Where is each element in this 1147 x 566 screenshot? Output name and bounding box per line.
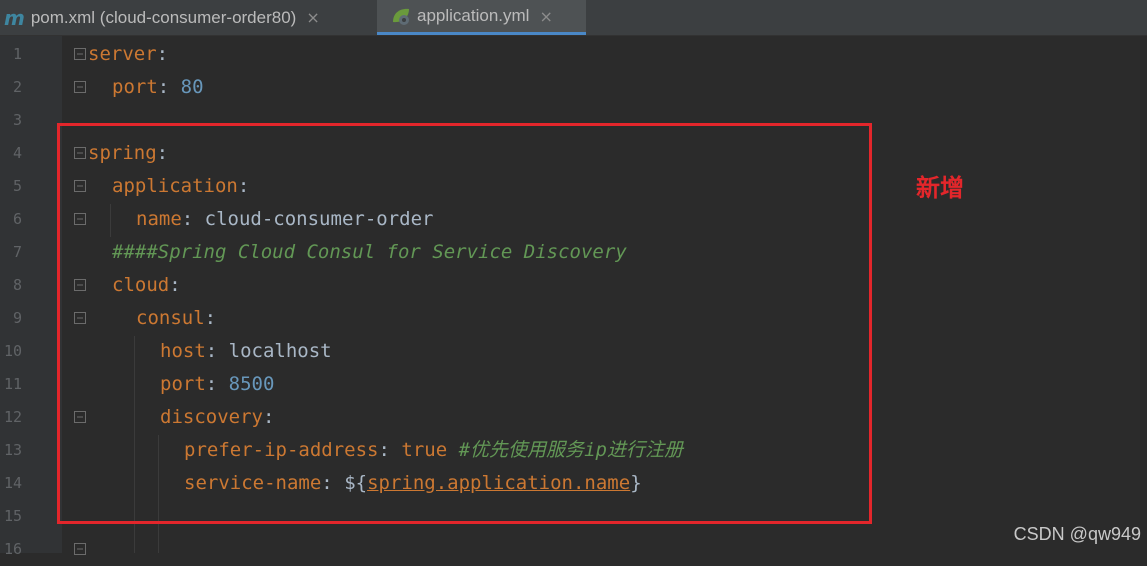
fold-close-icon[interactable] [74, 81, 86, 93]
line-number: 14 [3, 474, 22, 492]
line-number: 5 [12, 177, 22, 195]
line-number: 11 [3, 375, 22, 393]
line-number: 10 [3, 342, 22, 360]
watermark: CSDN @qw949 [1013, 524, 1141, 544]
line-number: 9 [12, 309, 22, 327]
tab-application-yml[interactable]: application.yml × [377, 0, 586, 35]
close-icon[interactable]: × [539, 7, 552, 26]
line-number: 7 [12, 243, 22, 261]
yaml-key: port [112, 76, 158, 98]
line-number: 1 [12, 45, 22, 63]
code-editor[interactable]: 1 2 3 4 5 6 7 8 9 10 11 12 13 14 15 16 s… [0, 36, 1147, 558]
tab-pom-xml[interactable]: m pom.xml (cloud-consumer-order80) × [0, 0, 376, 35]
fold-open-icon[interactable] [74, 48, 86, 60]
line-number: 2 [12, 78, 22, 96]
line-number: 15 [3, 507, 22, 525]
yaml-colon: : [157, 76, 170, 98]
fold-close-icon[interactable] [74, 543, 86, 555]
editor-tab-bar: m pom.xml (cloud-consumer-order80) × app… [0, 0, 1147, 36]
tab-label: pom.xml (cloud-consumer-order80) [30, 7, 297, 27]
yaml-number: 80 [180, 76, 204, 98]
spring-yml-icon [389, 4, 413, 28]
yaml-key: server [88, 43, 157, 65]
code-line-1[interactable]: server: [88, 38, 168, 71]
line-number: 4 [12, 144, 22, 162]
tab-label: application.yml [417, 6, 530, 25]
line-number: 6 [12, 210, 22, 228]
code-line-2[interactable]: port: 80 [112, 71, 204, 104]
close-icon[interactable]: × [306, 8, 319, 27]
annotation-label: 新增 [916, 174, 964, 202]
line-number: 8 [12, 276, 22, 294]
line-number: 12 [3, 408, 22, 426]
line-number: 13 [3, 441, 22, 459]
line-number: 3 [12, 111, 22, 129]
maven-m-icon: m [4, 5, 25, 30]
highlight-box [57, 123, 872, 524]
yaml-colon: : [156, 43, 169, 65]
line-number: 16 [3, 540, 22, 558]
